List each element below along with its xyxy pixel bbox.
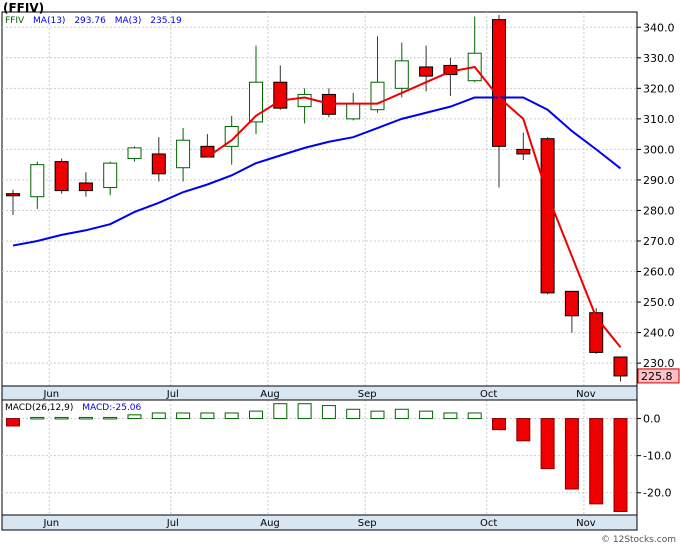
legend-ma3-label: MA(3)	[114, 16, 142, 26]
candle-body	[127, 147, 142, 160]
macd-tick-label: 0.0	[643, 413, 661, 426]
price-tick-label: 240.0	[643, 327, 675, 340]
macd-bar	[103, 416, 118, 420]
stock-chart: 230.0 240.0 250.0 260.0 270.0 280.0 290.0 300.0…	[0, 0, 680, 546]
price-tick-label: 260.0	[643, 266, 675, 279]
macd-bar	[78, 416, 93, 420]
candle-body	[419, 66, 434, 77]
macd-bar	[589, 418, 604, 505]
month-axis-band	[1, 385, 638, 401]
legend-ma13-label: MA(13)	[33, 16, 66, 26]
macd-bar	[419, 410, 434, 420]
macd-bar	[613, 418, 628, 513]
candle-body	[54, 161, 69, 192]
candle-body	[540, 138, 555, 294]
month-label: Aug	[260, 389, 280, 400]
macd-value-label: MACD:-25.06	[82, 403, 142, 413]
macd-bar	[151, 412, 166, 420]
macd-bar	[249, 410, 263, 420]
price-tick-label: 230.0	[643, 357, 675, 370]
macd-tick-label: -10.0	[643, 450, 671, 463]
legend-symbol: FFIV	[5, 16, 25, 26]
macd-bar	[54, 416, 69, 420]
month-axis-band	[1, 514, 638, 531]
macd-bar	[127, 414, 142, 420]
macd-bar	[564, 418, 579, 490]
macd-bar	[321, 405, 336, 420]
candle-body	[492, 19, 506, 147]
month-label: Oct	[480, 389, 497, 400]
legend-ma13-value: 293.76	[74, 16, 106, 26]
month-label: Jun	[42, 389, 59, 400]
month-label: Nov	[576, 518, 596, 529]
month-label: Aug	[260, 518, 280, 529]
macd-bar	[394, 408, 409, 420]
candle-body	[516, 148, 531, 155]
month-label: Sep	[358, 518, 377, 529]
macd-bar	[346, 408, 361, 420]
candle-body	[78, 182, 93, 192]
price-tick-label: 290.0	[643, 174, 675, 187]
macd-bar	[224, 412, 239, 420]
ticker-title: (FFIV)	[3, 1, 45, 15]
month-label: Jul	[166, 389, 179, 400]
month-label: Oct	[480, 518, 497, 529]
candle-body	[176, 139, 191, 169]
price-tick-label: 280.0	[643, 204, 675, 217]
macd-legend: MACD(26,12,9) MACD:-25.06	[5, 403, 147, 413]
macd-bar	[30, 416, 45, 420]
month-label: Jul	[166, 518, 179, 529]
candle-body	[370, 81, 385, 111]
macd-bar	[492, 418, 506, 431]
macd-bar	[443, 412, 458, 420]
candle-body	[564, 290, 579, 317]
price-tick-label: 270.0	[643, 235, 675, 248]
candle-body	[30, 164, 45, 198]
month-label: Sep	[358, 389, 377, 400]
candle-body	[103, 162, 118, 189]
macd-bar	[273, 403, 288, 420]
price-tick-label: 330.0	[643, 52, 675, 65]
price-tick-label: 250.0	[643, 296, 675, 309]
candle-body	[151, 153, 166, 175]
macd-bar	[297, 403, 312, 420]
macd-bar	[200, 412, 215, 420]
candle-body	[394, 60, 409, 89]
candle-body	[613, 356, 628, 377]
last-price-label: 225.8	[641, 370, 673, 383]
candle-body	[346, 103, 361, 120]
macd-bar	[467, 412, 482, 420]
month-label: Nov	[576, 389, 596, 400]
macd-bar	[516, 418, 531, 442]
candle-body	[297, 93, 312, 108]
macd-tick-label: -20.0	[643, 487, 671, 500]
price-legend: FFIV MA(13) 293.76 MA(3) 235.19	[5, 16, 188, 26]
macd-bar	[540, 418, 555, 470]
macd-bar	[6, 418, 20, 427]
month-label: Jun	[42, 518, 59, 529]
candle-body	[6, 193, 20, 197]
price-tick-label: 310.0	[643, 113, 675, 126]
watermark: © 12Stocks.com	[601, 535, 676, 545]
legend-ma3-value: 235.19	[150, 16, 182, 26]
price-tick-label: 340.0	[643, 21, 675, 34]
price-tick-label: 320.0	[643, 82, 675, 95]
macd-bar	[176, 412, 191, 420]
candle-body	[200, 145, 215, 158]
macd-bar	[370, 410, 385, 420]
price-tick-label: 300.0	[643, 143, 675, 156]
macd-params-label: MACD(26,12,9)	[5, 403, 74, 413]
